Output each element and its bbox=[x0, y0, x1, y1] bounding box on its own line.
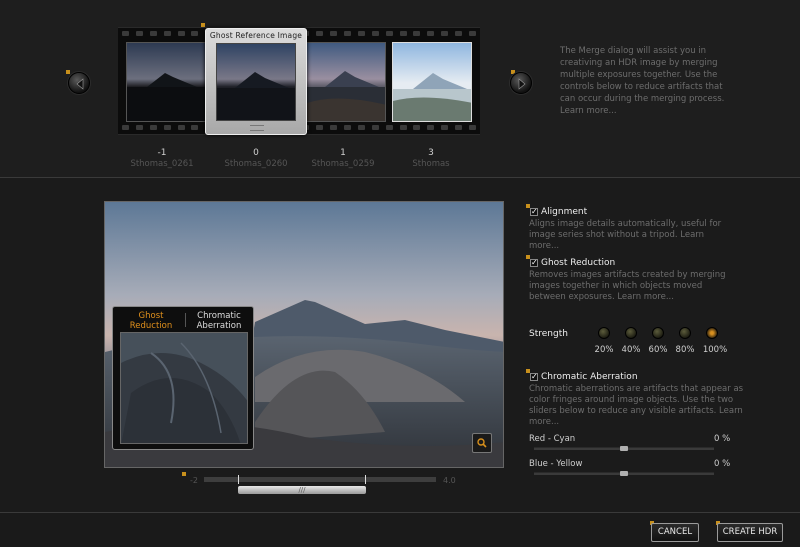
arrow-right-icon bbox=[518, 78, 526, 90]
thumbnail-ev-minus1[interactable] bbox=[126, 42, 206, 122]
ev-label: -1 bbox=[157, 148, 167, 158]
ev-label: 0 bbox=[253, 148, 259, 158]
ev-max-label: 4.0 bbox=[443, 476, 456, 485]
thumbnail-ev-plus3[interactable] bbox=[392, 42, 472, 122]
chromatic-aberration-title: Chromatic Aberration bbox=[541, 372, 638, 382]
file-label: Sthomas_0261 bbox=[130, 159, 194, 169]
strength-100-knob[interactable] bbox=[706, 327, 718, 339]
red-cyan-slider-thumb[interactable] bbox=[620, 446, 628, 451]
red-cyan-value: 0 % bbox=[714, 434, 731, 444]
alignment-checkbox[interactable]: ✓ bbox=[530, 208, 538, 216]
file-label: Sthomas_0260 bbox=[224, 159, 288, 169]
zoom-button[interactable] bbox=[472, 433, 492, 453]
magnifier-icon bbox=[477, 438, 487, 448]
create-hdr-button[interactable]: CREATE HDR bbox=[717, 523, 783, 542]
next-image-button[interactable] bbox=[510, 72, 532, 94]
strength-100-label: 100% bbox=[702, 345, 728, 355]
chromatic-aberration-checkbox[interactable]: ✓ bbox=[530, 373, 538, 381]
ghost-reference-title: Ghost Reference Image bbox=[209, 31, 303, 40]
strength-60-label: 60% bbox=[648, 345, 668, 355]
chromatic-aberration-description: Chromatic aberrations are artifacts that… bbox=[529, 384, 744, 427]
file-label: Sthomas bbox=[412, 159, 450, 169]
marker-dot bbox=[201, 23, 205, 27]
strength-80-knob[interactable] bbox=[679, 327, 691, 339]
grip-icon bbox=[250, 125, 264, 131]
ev-range-selection[interactable] bbox=[238, 475, 366, 484]
ev-min-label: -2 bbox=[190, 476, 198, 485]
marker-dot bbox=[66, 70, 70, 74]
blue-yellow-value: 0 % bbox=[714, 459, 731, 469]
tab-divider bbox=[185, 313, 186, 327]
strength-label: Strength bbox=[529, 329, 568, 339]
ev-label: 1 bbox=[340, 148, 346, 158]
ev-label: 3 bbox=[428, 148, 434, 158]
strength-40-knob[interactable] bbox=[625, 327, 637, 339]
ghost-reference-frame[interactable]: Ghost Reference Image bbox=[205, 28, 307, 135]
loupe-panel[interactable]: Ghost Reduction Chromatic Aberration bbox=[112, 306, 254, 450]
ghost-reduction-description: Removes images artifacts created by merg… bbox=[529, 270, 726, 302]
grip-icon: /// bbox=[298, 486, 306, 494]
tab-chromatic-aberration[interactable]: Chromatic Aberration bbox=[189, 311, 249, 331]
blue-yellow-slider-thumb[interactable] bbox=[620, 471, 628, 476]
red-cyan-label: Red - Cyan bbox=[529, 434, 576, 444]
arrow-left-icon bbox=[76, 78, 84, 90]
alignment-title: Alignment bbox=[541, 207, 588, 217]
alignment-description: Aligns image details automatically, usef… bbox=[529, 219, 722, 251]
ghost-reduction-checkbox[interactable]: ✓ bbox=[530, 259, 538, 267]
loupe-zoom-image bbox=[120, 332, 248, 444]
marker-dot bbox=[182, 472, 186, 476]
ghost-reduction-title: Ghost Reduction bbox=[541, 258, 616, 268]
merge-dialog-info: The Merge dialog will assist you in crea… bbox=[560, 46, 725, 116]
ev-range-handle[interactable]: /// bbox=[238, 486, 366, 494]
prev-image-button[interactable] bbox=[68, 72, 90, 94]
tab-ghost-reduction[interactable]: Ghost Reduction bbox=[123, 311, 179, 331]
strength-80-label: 80% bbox=[675, 345, 695, 355]
thumbnail-ev-0[interactable] bbox=[216, 43, 296, 121]
blue-yellow-label: Blue - Yellow bbox=[529, 459, 583, 469]
strength-20-label: 20% bbox=[594, 345, 614, 355]
strength-40-label: 40% bbox=[621, 345, 641, 355]
strength-20-knob[interactable] bbox=[598, 327, 610, 339]
cancel-button[interactable]: CANCEL bbox=[651, 523, 699, 542]
strength-60-knob[interactable] bbox=[652, 327, 664, 339]
file-label: Sthomas_0259 bbox=[311, 159, 375, 169]
thumbnail-ev-plus1[interactable] bbox=[306, 42, 386, 122]
